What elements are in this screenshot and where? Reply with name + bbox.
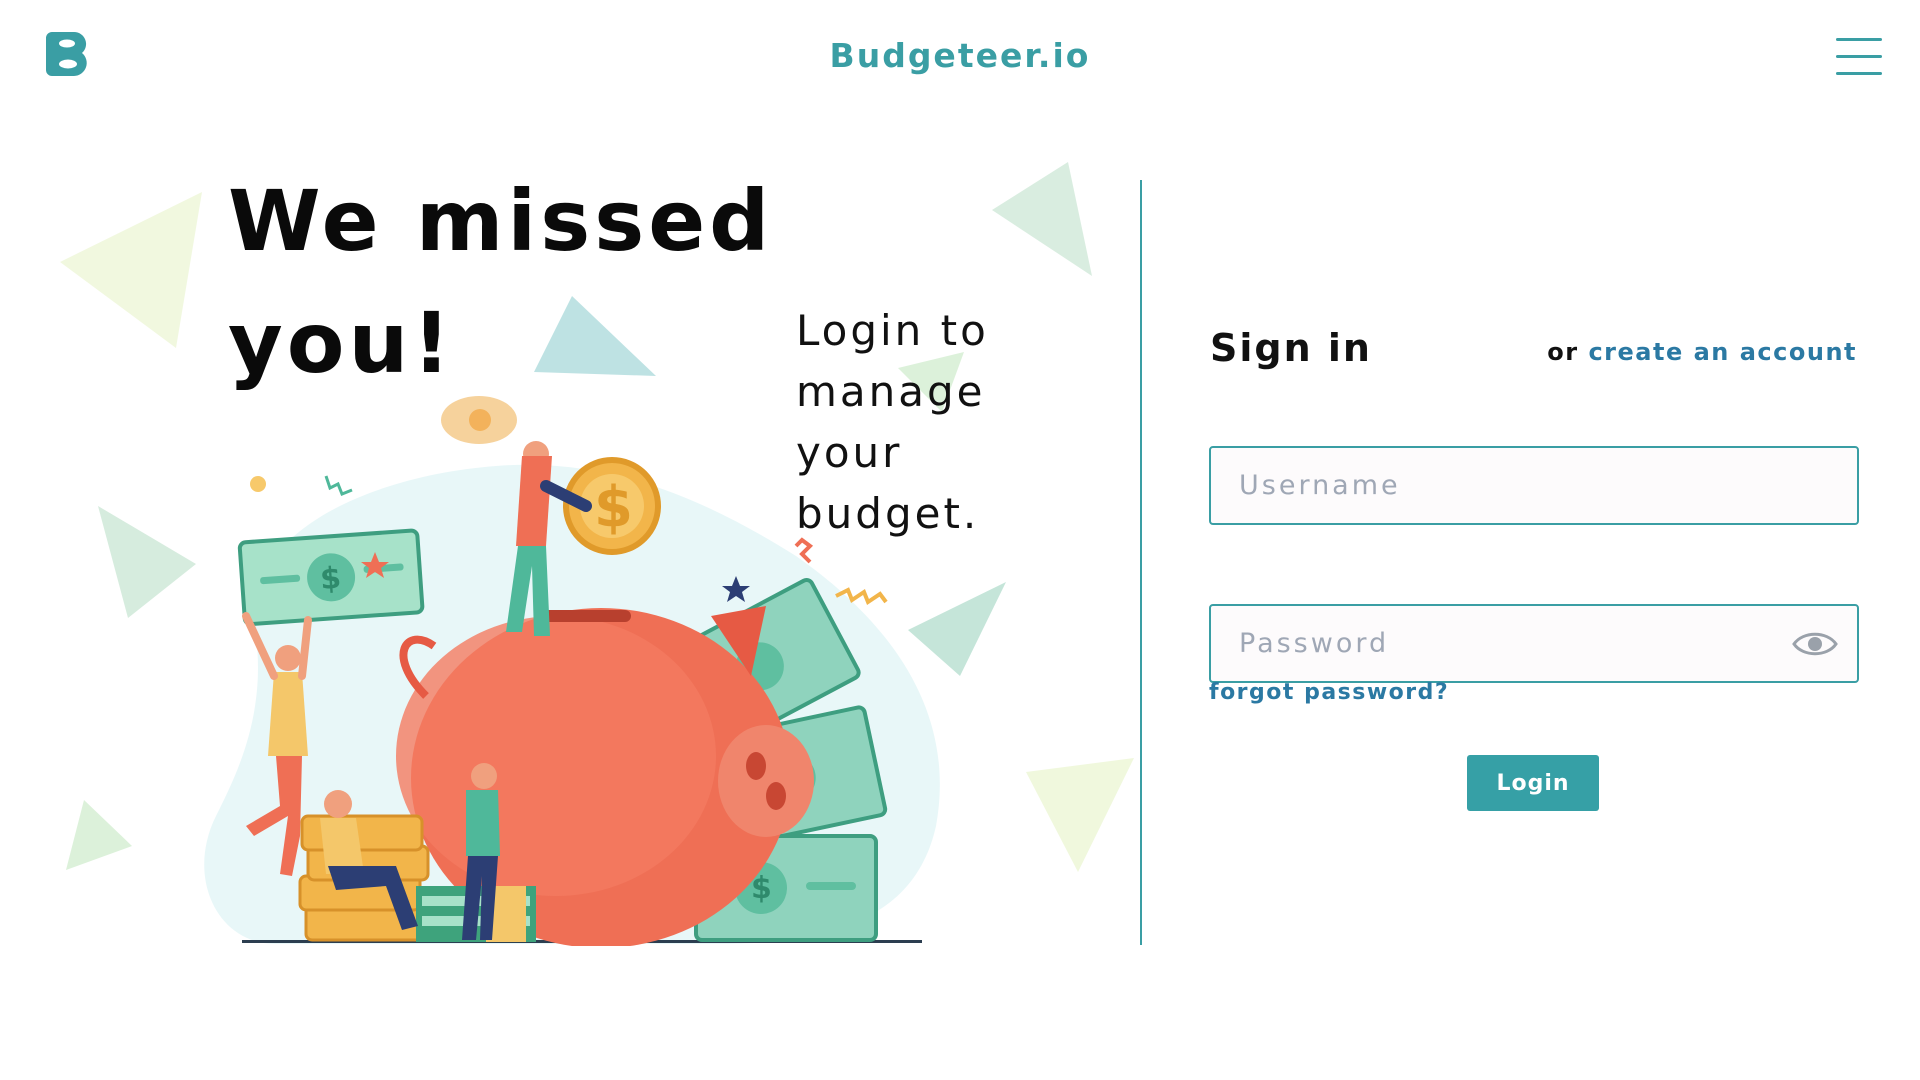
username-input[interactable] (1211, 448, 1857, 523)
password-input[interactable] (1211, 606, 1857, 681)
decor-triangle (66, 800, 132, 870)
forgot-password-link[interactable]: forgot password? (1209, 680, 1449, 705)
svg-text:$: $ (319, 561, 342, 597)
decor-triangle (98, 506, 196, 618)
svg-text:$: $ (594, 475, 633, 540)
decor-triangle (992, 162, 1092, 276)
hamburger-menu-icon[interactable] (1836, 36, 1884, 76)
signin-title: Sign in (1210, 326, 1372, 370)
username-field[interactable] (1209, 446, 1859, 525)
create-account-prompt: or create an account (1547, 338, 1857, 366)
eye-icon[interactable] (1791, 624, 1839, 664)
password-field[interactable] (1209, 604, 1859, 683)
decor-triangle (60, 192, 202, 348)
login-button[interactable]: Login (1467, 755, 1599, 811)
create-account-link[interactable]: create an account (1588, 338, 1857, 366)
piggy-bank-illustration: $ $ $ (196, 396, 956, 948)
decor-triangle (1026, 758, 1134, 872)
vertical-divider (1140, 180, 1142, 945)
or-label: or (1547, 338, 1579, 366)
brand-title[interactable]: Budgeteer.io (0, 36, 1920, 75)
hero-title: We missed you! (228, 172, 774, 392)
